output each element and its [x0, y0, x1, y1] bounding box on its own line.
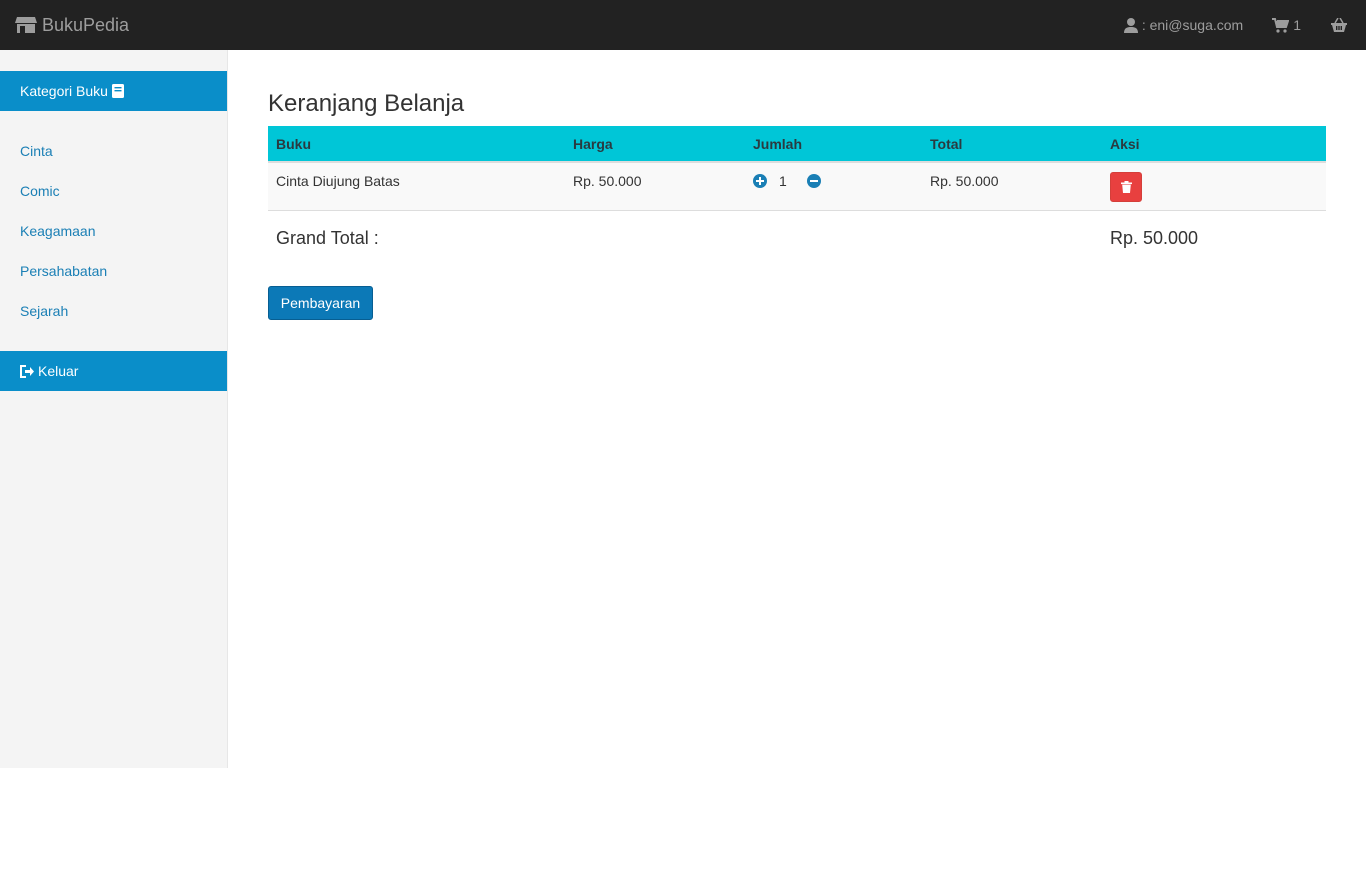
- table-header-row: Buku Harga Jumlah Total Aksi: [268, 126, 1326, 163]
- column-header-total: Total: [922, 126, 1102, 163]
- grand-total-label: Grand Total :: [276, 228, 379, 248]
- cell-aksi: [1102, 162, 1326, 211]
- sidebar-item-cinta[interactable]: Cinta: [20, 143, 53, 159]
- trash-icon: [1120, 181, 1132, 193]
- sidebar-item-comic[interactable]: Comic: [20, 183, 60, 199]
- cell-buku: Cinta Diujung Batas: [268, 162, 565, 211]
- column-header-jumlah: Jumlah: [745, 126, 922, 163]
- payment-button[interactable]: Pembayaran: [268, 286, 373, 320]
- minus-circle-icon: [806, 174, 821, 188]
- top-navbar: BukuPedia : eni@suga.com 1: [0, 0, 1366, 50]
- category-header: Kategori Buku: [0, 71, 227, 111]
- sidebar-item-persahabatan[interactable]: Persahabatan: [20, 263, 107, 279]
- delete-item-button[interactable]: [1110, 172, 1142, 202]
- cell-harga: Rp. 50.000: [565, 162, 745, 211]
- sidebar-item-keagamaan[interactable]: Keagamaan: [20, 223, 96, 239]
- sidebar-item-sejarah[interactable]: Sejarah: [20, 303, 68, 319]
- table-row: Cinta Diujung Batas Rp. 50.000 1 Rp. 50.…: [268, 162, 1326, 211]
- sign-out-icon: [20, 364, 34, 378]
- cart-link[interactable]: 1: [1272, 0, 1301, 50]
- decrease-quantity-button[interactable]: [806, 174, 821, 188]
- column-header-harga: Harga: [565, 126, 745, 163]
- cart-table: Buku Harga Jumlah Total Aksi Cinta Diuju…: [268, 126, 1326, 211]
- cart-count: 1: [1293, 17, 1301, 33]
- user-icon: [1123, 17, 1138, 33]
- logout-button[interactable]: Keluar: [0, 351, 227, 391]
- brand-name: BukuPedia: [42, 14, 130, 35]
- increase-quantity-button[interactable]: [753, 174, 767, 188]
- cell-jumlah: 1: [745, 162, 922, 211]
- column-header-aksi: Aksi: [1102, 126, 1326, 163]
- logout-label: Keluar: [38, 363, 79, 379]
- basket-link[interactable]: [1331, 0, 1351, 50]
- cart-icon: [1272, 17, 1290, 33]
- user-menu[interactable]: : eni@suga.com: [1123, 0, 1244, 50]
- user-email: : eni@suga.com: [1141, 17, 1244, 33]
- page-title: Keranjang Belanja: [268, 90, 465, 117]
- store-icon: [15, 17, 37, 33]
- cell-total: Rp. 50.000: [922, 162, 1102, 211]
- plus-circle-icon: [753, 174, 767, 188]
- sidebar: Kategori Buku Cinta Comic Keagamaan Pers…: [0, 50, 228, 768]
- brand-link[interactable]: BukuPedia: [15, 0, 129, 50]
- book-icon: [111, 84, 124, 98]
- column-header-buku: Buku: [268, 126, 565, 163]
- basket-icon: [1331, 18, 1347, 32]
- quantity-value: 1: [779, 173, 787, 189]
- grand-total-value: Rp. 50.000: [1110, 228, 1199, 248]
- category-header-label: Kategori Buku: [20, 83, 108, 99]
